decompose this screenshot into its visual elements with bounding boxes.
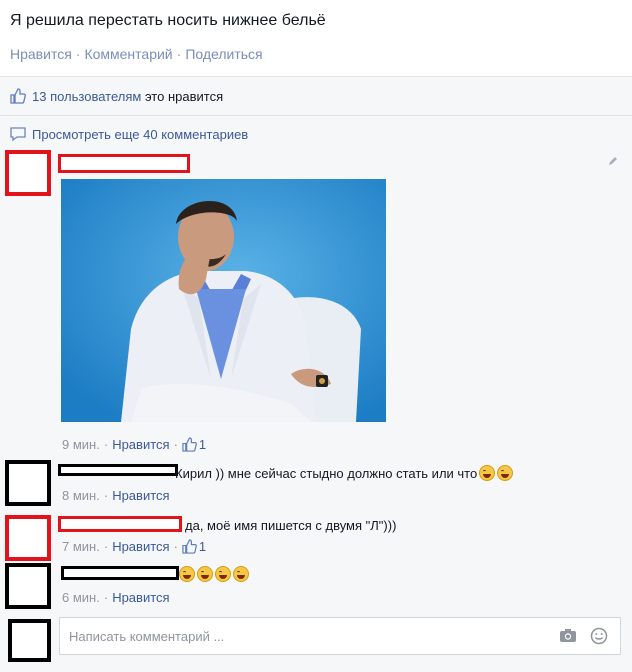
avatar[interactable]	[5, 150, 51, 196]
comment-link[interactable]: Комментарий	[84, 46, 172, 62]
comment-time[interactable]: 6 мин.	[62, 590, 100, 605]
comment-meta: 6 мин. · Нравится	[62, 590, 170, 605]
laughing-emoji-icon	[215, 566, 231, 582]
likes-summary: 13 пользователям это нравится	[10, 88, 223, 107]
laughing-emoji-icon	[497, 465, 514, 481]
like-count-value: 1	[198, 539, 207, 554]
comment-meta: 8 мин. · Нравится	[62, 488, 170, 503]
comment-like-count[interactable]: 1	[182, 539, 206, 554]
comment-time[interactable]: 7 мин.	[62, 539, 100, 554]
commenter-name[interactable]	[61, 566, 179, 580]
comment-like-link[interactable]: Нравится	[112, 590, 169, 605]
likes-suffix: это нравится	[141, 89, 224, 104]
post-text: Я решила перестать носить нижнее бельё	[10, 12, 326, 29]
divider	[0, 115, 632, 116]
laughing-emoji-icon	[179, 566, 195, 582]
view-more-label: Просмотреть еще 40 комментариев	[32, 127, 249, 142]
comment-text	[177, 566, 249, 582]
thumbs-up-icon	[182, 437, 197, 455]
comment-like-count[interactable]: 1	[182, 437, 206, 452]
separator: ·	[176, 46, 182, 62]
commenter-name[interactable]	[58, 464, 178, 476]
comment-like-link[interactable]: Нравится	[112, 539, 169, 554]
like-count-value: 1	[198, 437, 207, 452]
likes-count-link[interactable]: 13 пользователям	[32, 89, 141, 104]
share-link[interactable]: Поделиться	[185, 46, 262, 62]
comment-photo[interactable]	[61, 179, 386, 422]
comment-body: Кирил )) мне сейчас стыдно должно стать …	[175, 466, 478, 481]
like-link[interactable]: Нравится	[10, 46, 72, 62]
avatar[interactable]	[5, 563, 51, 609]
laughing-emoji-icon	[233, 566, 249, 582]
comment-meta: 7 мин. · Нравится · 1	[62, 539, 206, 557]
avatar[interactable]	[5, 515, 51, 561]
post-actions: Нравится · Комментарий · Поделиться	[10, 46, 263, 62]
comment-time[interactable]: 9 мин.	[62, 437, 100, 452]
thumbs-up-icon	[10, 88, 26, 107]
commenter-name[interactable]	[58, 154, 190, 173]
avatar	[8, 619, 51, 662]
comment-text: Кирил )) мне сейчас стыдно должно стать …	[175, 465, 514, 481]
camera-icon[interactable]	[559, 628, 577, 648]
commenter-name[interactable]	[58, 516, 182, 532]
avatar[interactable]	[5, 460, 51, 506]
separator: ·	[75, 46, 81, 62]
emoji-smile-icon[interactable]	[590, 627, 608, 650]
comment-meta: 9 мин. · Нравится · 1	[62, 437, 206, 455]
comment-placeholder: Написать комментарий ...	[69, 629, 225, 644]
comment-like-link[interactable]: Нравится	[112, 437, 169, 452]
comment-time[interactable]: 8 мин.	[62, 488, 100, 503]
comment-bubble-icon	[10, 127, 26, 145]
laughing-emoji-icon	[479, 465, 496, 481]
edit-pencil-icon[interactable]	[607, 154, 619, 172]
comment-input[interactable]: Написать комментарий ...	[59, 617, 621, 655]
laughing-emoji-icon	[197, 566, 213, 582]
comment-like-link[interactable]: Нравится	[112, 488, 169, 503]
thumbs-up-icon	[182, 539, 197, 557]
comment-text: да, моё имя пишется с двумя "Л")))	[185, 518, 397, 533]
view-more-comments[interactable]: Просмотреть еще 40 комментариев	[10, 127, 248, 145]
